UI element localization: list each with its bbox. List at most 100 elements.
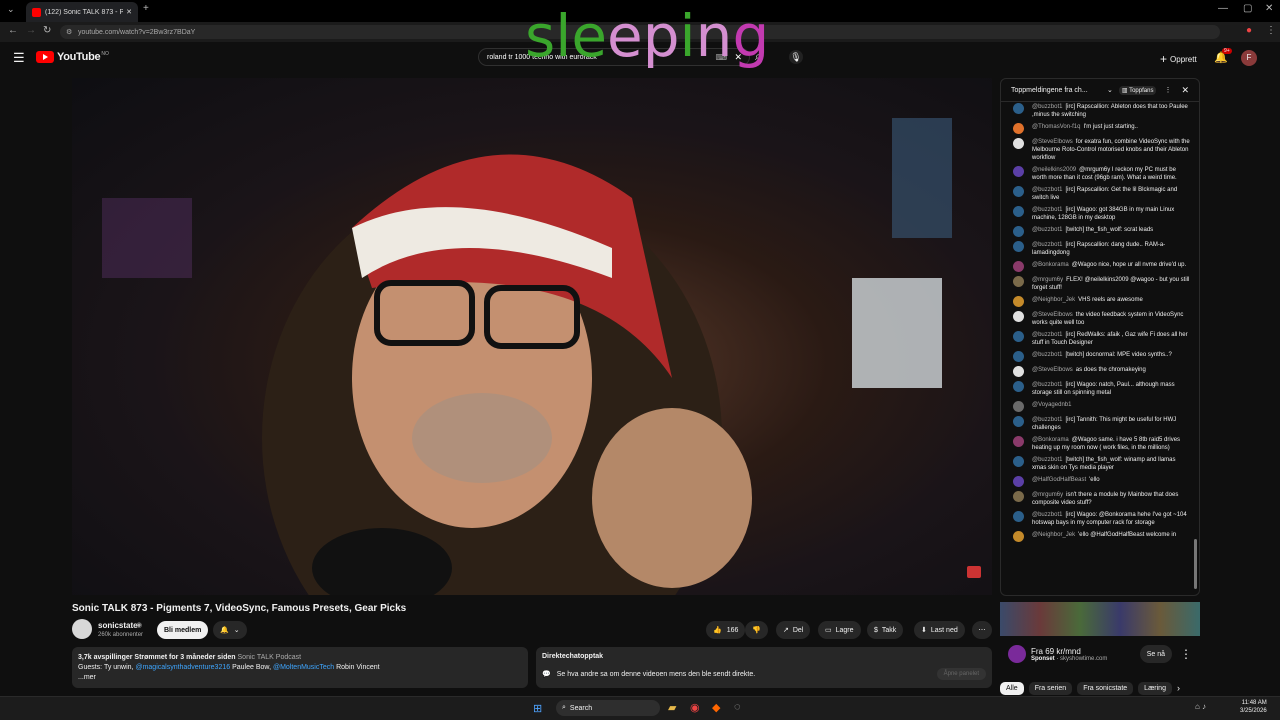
chat-author-avatar[interactable]	[1013, 311, 1024, 322]
chat-message[interactable]: @buzzbot1 [irc] Rapscallion: Ableton does…	[1001, 101, 1199, 121]
chip-all[interactable]: Alle	[1000, 681, 1024, 695]
account-avatar[interactable]: F	[1241, 50, 1257, 66]
chat-message[interactable]: @SteveElbows the video feedback system in…	[1001, 309, 1199, 329]
chat-author-avatar[interactable]	[1013, 456, 1024, 467]
chat-message[interactable]: @buzzbot1 [irc] Rapscallion: dang dude.. …	[1001, 239, 1199, 259]
like-button[interactable]: 👍 166	[706, 621, 746, 639]
chat-message[interactable]: @mrgum6y FLEX! @neilelkins2009 @wagoo - b…	[1001, 274, 1199, 294]
sponsored-ad[interactable]: Fra 69 kr/mnd Sponset · skyshowtime.com …	[1000, 640, 1200, 668]
chat-author-name[interactable]: @Neighbor_Jek	[1032, 297, 1075, 303]
file-explorer-icon[interactable]: ▰	[668, 701, 676, 714]
chat-author-avatar[interactable]	[1013, 416, 1024, 427]
back-icon[interactable]: ←	[8, 25, 18, 36]
profile-icon[interactable]: ●	[1246, 25, 1252, 36]
show-more-link[interactable]: ...mer	[78, 673, 522, 683]
chat-author-avatar[interactable]	[1013, 123, 1024, 134]
youtube-logo[interactable]: YouTube NO	[36, 51, 109, 63]
new-tab-icon[interactable]: +	[143, 3, 149, 14]
chat-message[interactable]: @HalfGodHalfBeast'ello	[1001, 474, 1199, 489]
description-box[interactable]: 3,7k avspillinger Strømmet for 3 måneder…	[72, 647, 528, 688]
download-button[interactable]: ⬇ Last ned	[914, 621, 965, 639]
chat-author-name[interactable]: @HalfGodHalfBeast	[1032, 477, 1086, 483]
chat-author-avatar[interactable]	[1013, 261, 1024, 272]
chat-author-name[interactable]: @Bonkorama	[1032, 437, 1069, 443]
chat-author-name[interactable]: @Bonkorama	[1032, 262, 1069, 268]
join-button[interactable]: Bli medlem	[157, 621, 209, 639]
chat-author-avatar[interactable]	[1013, 531, 1024, 542]
chat-author-name[interactable]: @Voyagednb1	[1032, 402, 1071, 408]
guest-link-1[interactable]: @magicalsynthadventure3216	[135, 664, 230, 671]
chat-author-name[interactable]: @buzzbot1	[1032, 512, 1062, 518]
chat-message[interactable]: @neilelkins2009 @mrgum6y I reckon my PC m…	[1001, 164, 1199, 184]
dislike-button[interactable]: 👎	[745, 621, 768, 639]
chat-author-avatar[interactable]	[1013, 381, 1024, 392]
chat-message[interactable]: @buzzbot1 [irc] Wagoo: @Bonkorama hehe I'…	[1001, 509, 1199, 529]
site-info-icon[interactable]: ⚙	[66, 28, 72, 36]
chat-menu-icon[interactable]: ⋮	[1164, 86, 1171, 94]
chat-author-avatar[interactable]	[1013, 331, 1024, 342]
chat-author-avatar[interactable]	[1013, 103, 1024, 114]
ad-watch-button[interactable]: Se nå	[1139, 645, 1172, 663]
video-thumbnail-strip[interactable]	[1000, 602, 1200, 636]
chat-author-avatar[interactable]	[1013, 186, 1024, 197]
chat-author-avatar[interactable]	[1013, 241, 1024, 252]
ad-menu-icon[interactable]: ⋮	[1180, 647, 1192, 661]
open-panel-button[interactable]: Åpne panelet	[936, 668, 986, 680]
forward-icon[interactable]: →	[26, 25, 36, 36]
more-actions-button[interactable]: ⋯	[972, 621, 992, 639]
topfans-badge[interactable]: ▥ Toppfans	[1118, 85, 1157, 95]
taskbar-search-input[interactable]: ⌕ Search	[556, 700, 660, 716]
chat-author-avatar[interactable]	[1013, 491, 1024, 502]
chat-author-avatar[interactable]	[1013, 401, 1024, 412]
taskbar-clock[interactable]: 11:48 AM 3/25/2026	[1240, 699, 1267, 715]
channel-name[interactable]: sonicstate	[98, 621, 138, 630]
app-icon[interactable]: ◌	[734, 701, 741, 713]
thanks-button[interactable]: $ Takk	[867, 621, 904, 639]
chip-learning[interactable]: Læring	[1138, 681, 1172, 695]
chat-message[interactable]: @buzzbot1 [twitch] the_fish_wolf: scrat l…	[1001, 224, 1199, 239]
reload-icon[interactable]: ↻	[43, 25, 51, 36]
chat-author-avatar[interactable]	[1013, 276, 1024, 287]
chat-author-name[interactable]: @buzzbot1	[1032, 457, 1062, 463]
tab-search-icon[interactable]: ⌄	[7, 4, 15, 15]
chat-message[interactable]: @buzzbot1 [twitch] docnormal: MPE video s…	[1001, 349, 1199, 364]
browser-tab[interactable]: (122) Sonic TALK 873 - Pig ✕	[26, 2, 138, 22]
chat-message[interactable]: @buzzbot1 [irc] RedWalks: afaik , Gaz wif…	[1001, 329, 1199, 349]
chat-author-name[interactable]: @buzzbot1	[1032, 242, 1062, 248]
chat-message[interactable]: @buzzbot1 [irc] Rapscallion: Get the lil …	[1001, 184, 1199, 204]
chrome-icon[interactable]: ◉	[690, 701, 700, 714]
chat-author-avatar[interactable]	[1013, 138, 1024, 149]
chat-message[interactable]: @Neighbor_Jek VHS reels are awesome	[1001, 294, 1199, 309]
maximize-icon[interactable]: ▢	[1243, 3, 1252, 14]
browser-menu-icon[interactable]: ⋮	[1266, 25, 1276, 36]
chat-author-avatar[interactable]	[1013, 436, 1024, 447]
chat-message[interactable]: @buzzbot1 [irc] Tannith: This might be us…	[1001, 414, 1199, 434]
chat-message[interactable]: @Voyagednb1	[1001, 399, 1199, 414]
chat-author-name[interactable]: @buzzbot1	[1032, 332, 1062, 338]
tab-close-icon[interactable]: ✕	[126, 8, 132, 16]
save-button[interactable]: ▭ Lagre	[818, 621, 861, 639]
chat-author-name[interactable]: @ThomasVon-f1q	[1032, 124, 1080, 130]
chat-message[interactable]: @ThomasVon-f1q I'm just just starting..	[1001, 121, 1199, 136]
microphone-icon[interactable]: 🎙	[789, 50, 803, 64]
chat-author-name[interactable]: @Neighbor_Jek	[1032, 532, 1075, 538]
chat-author-avatar[interactable]	[1013, 166, 1024, 177]
chat-message[interactable]: @Bonkorama @Wagoo same. i have 5 8tb raid…	[1001, 434, 1199, 454]
chat-author-name[interactable]: @mrgum6y	[1032, 492, 1063, 498]
chat-author-avatar[interactable]	[1013, 511, 1024, 522]
chat-author-name[interactable]: @neilelkins2009	[1032, 167, 1076, 173]
chat-author-name[interactable]: @buzzbot1	[1032, 187, 1062, 193]
hamburger-menu-icon[interactable]: ☰	[13, 50, 25, 66]
chat-message[interactable]: @Bonkorama @Wagoo nice, hope ur all nvme …	[1001, 259, 1199, 274]
guest-link-2[interactable]: @MoltenMusicTech	[273, 664, 334, 671]
chat-author-avatar[interactable]	[1013, 296, 1024, 307]
chat-author-avatar[interactable]	[1013, 476, 1024, 487]
create-button[interactable]: + Opprett	[1160, 52, 1197, 66]
chips-next-icon[interactable]: ›	[1177, 683, 1180, 693]
chat-author-avatar[interactable]	[1013, 226, 1024, 237]
chip-series[interactable]: Fra serien	[1028, 681, 1073, 695]
brave-icon[interactable]: ◆	[712, 701, 720, 714]
video-player[interactable]	[72, 78, 992, 595]
chat-author-name[interactable]: @buzzbot1	[1032, 382, 1062, 388]
chat-message[interactable]: @Neighbor_Jek'ello @HalfGodHalfBeast wel…	[1001, 529, 1199, 544]
